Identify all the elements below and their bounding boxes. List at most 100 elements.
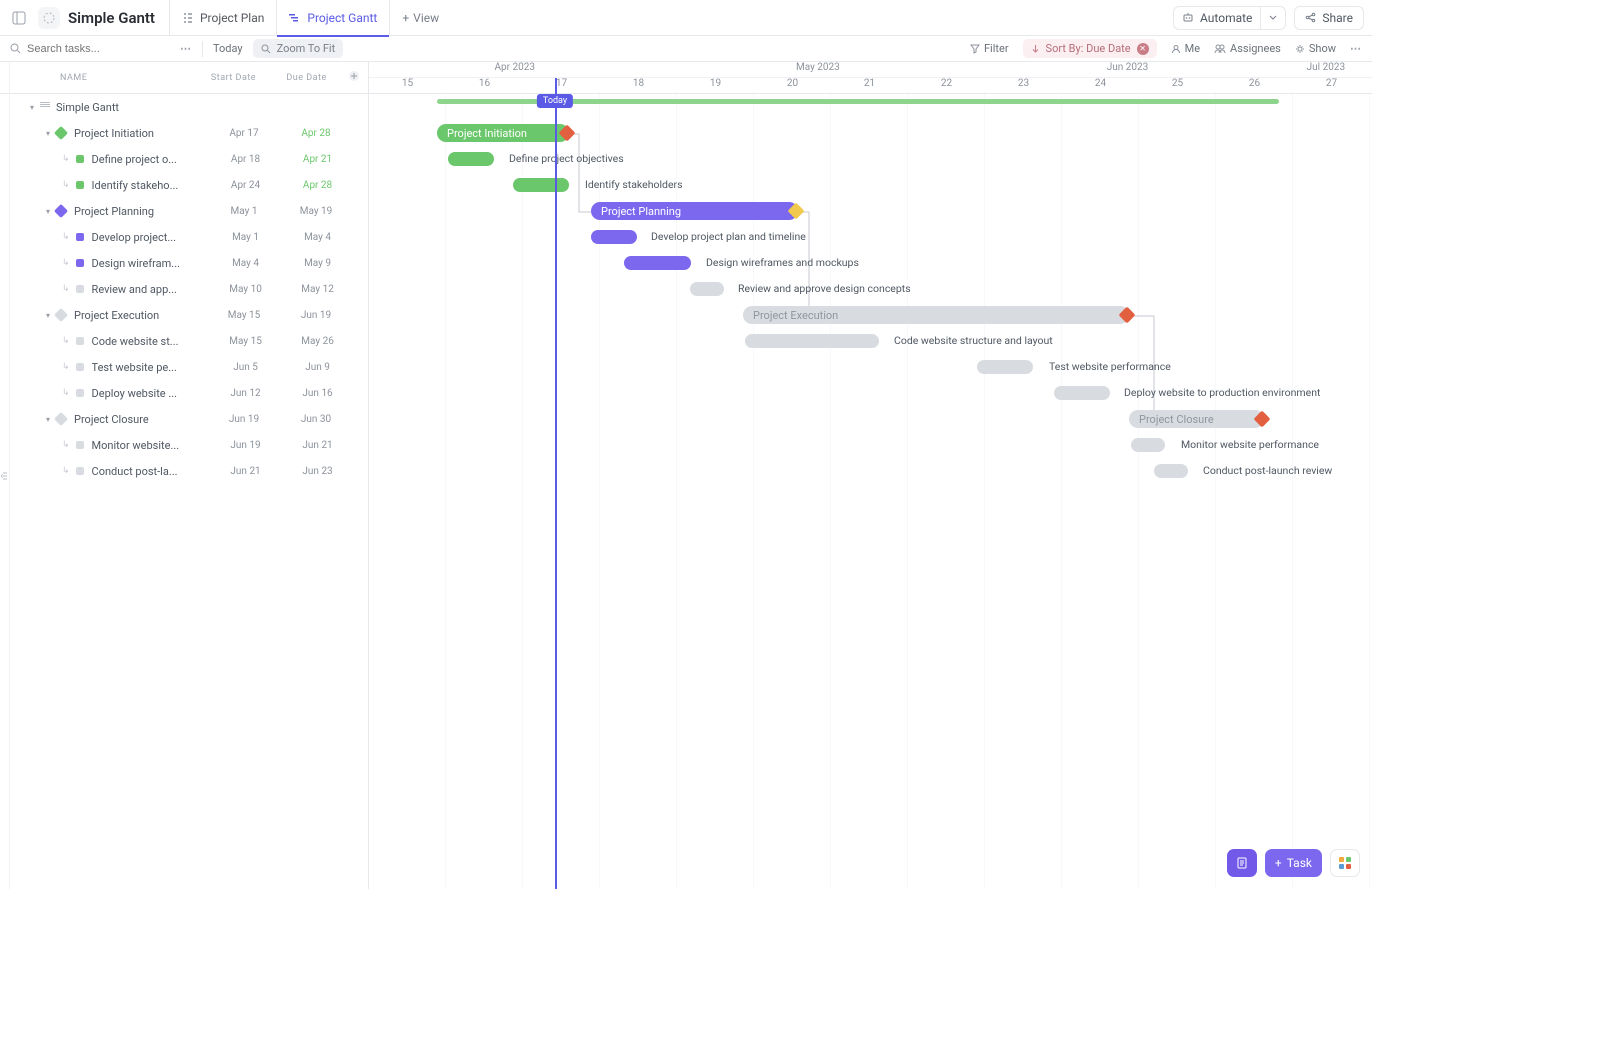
status-square <box>76 389 84 397</box>
gantt-row: Deploy website to production environment <box>369 380 1372 406</box>
week-label: 20 <box>754 78 831 94</box>
gantt-bar[interactable] <box>1054 386 1110 400</box>
week-label: 27 <box>1293 78 1370 94</box>
start-date: May 4 <box>210 258 282 269</box>
new-task-fab[interactable]: + Task <box>1265 849 1322 877</box>
status-square <box>76 337 84 345</box>
start-date: May 15 <box>208 310 280 321</box>
start-date: Jun 19 <box>210 440 282 451</box>
more-icon[interactable]: ⋯ <box>1350 42 1362 55</box>
task-row[interactable]: ↳Define project o...Apr 18Apr 21 <box>0 146 368 172</box>
gantt-row: Project Planning <box>369 198 1372 224</box>
add-view-button[interactable]: + View <box>389 0 451 36</box>
task-row[interactable]: ↳Identify stakeho...Apr 24Apr 28 <box>0 172 368 198</box>
gantt-row <box>369 94 1372 120</box>
show-button[interactable]: Show <box>1295 42 1336 55</box>
task-row[interactable]: ↳Review and app...May 10May 12 <box>0 276 368 302</box>
task-row[interactable]: ↳Design wirefram...May 4May 9 <box>0 250 368 276</box>
milestone-icon <box>54 126 68 140</box>
tab-project-plan[interactable]: Project Plan <box>169 0 276 36</box>
due-date: Apr 28 <box>282 180 354 191</box>
assignees-button[interactable]: Assignees <box>1214 42 1281 55</box>
month-label: May 2023 <box>661 62 976 77</box>
me-button[interactable]: Me <box>1171 42 1200 55</box>
task-row[interactable]: ↳Develop project...May 1May 4 <box>0 224 368 250</box>
week-label: 21 <box>831 78 908 94</box>
task-row[interactable]: ▾Project ClosureJun 19Jun 30 <box>0 406 368 432</box>
gantt-row: Review and approve design concepts <box>369 276 1372 302</box>
automate-button[interactable]: Automate <box>1173 6 1286 30</box>
add-column-button[interactable] <box>341 70 368 85</box>
gantt-bar[interactable] <box>448 152 494 166</box>
filter-icon <box>970 44 980 54</box>
today-badge: Today <box>537 94 573 108</box>
gantt-bar[interactable] <box>624 256 691 270</box>
task-row[interactable]: ▾Simple Gantt <box>0 94 368 120</box>
gantt-row: Design wireframes and mockups <box>369 250 1372 276</box>
gantt-bar-parent[interactable]: Project Planning <box>591 202 798 220</box>
task-name: Monitor website... <box>92 439 210 452</box>
status-square <box>76 155 84 163</box>
tab-project-gantt[interactable]: Project Gantt <box>276 0 389 36</box>
status-square <box>76 233 84 241</box>
more-icon[interactable]: ⋯ <box>180 42 192 55</box>
subtask-icon: ↳ <box>62 440 70 450</box>
task-row[interactable]: ▾Project ExecutionMay 15Jun 19 <box>0 302 368 328</box>
gantt-bar-parent[interactable]: Project Execution <box>743 306 1129 324</box>
collapse-sidebar-icon[interactable] <box>8 7 30 29</box>
gantt-icon <box>289 12 301 24</box>
gantt-bar-parent[interactable]: Project Initiation <box>437 124 569 142</box>
doc-fab[interactable] <box>1227 849 1257 877</box>
task-name: Develop project... <box>92 231 210 244</box>
bar-label: Design wireframes and mockups <box>706 256 859 269</box>
bar-label: Conduct post-launch review <box>1203 464 1332 477</box>
gantt-row: Monitor website performance <box>369 432 1372 458</box>
close-icon[interactable]: ✕ <box>1137 43 1149 55</box>
due-date: May 26 <box>282 336 354 347</box>
task-row[interactable]: ▾Project PlanningMay 1May 19 <box>0 198 368 224</box>
gantt-row: Code website structure and layout <box>369 328 1372 354</box>
gantt-bar[interactable] <box>513 178 569 192</box>
gantt-bar-parent[interactable]: Project Closure <box>1129 410 1264 428</box>
milestone-icon <box>54 412 68 426</box>
task-name: Project Execution <box>74 309 208 322</box>
apps-fab[interactable] <box>1330 849 1360 877</box>
caret-icon[interactable]: ▾ <box>30 103 40 112</box>
today-button[interactable]: Today <box>213 42 243 55</box>
apps-icon <box>1339 857 1351 869</box>
month-label: Jun 2023 <box>975 62 1280 77</box>
gantt-row: Project Initiation <box>369 120 1372 146</box>
gantt-bar[interactable] <box>745 334 879 348</box>
task-row[interactable]: ↳Code website st...May 15May 26 <box>0 328 368 354</box>
week-label: 19 <box>677 78 754 94</box>
gantt-bar[interactable] <box>1154 464 1188 478</box>
zoom-to-fit-button[interactable]: Zoom To Fit <box>253 39 344 58</box>
column-start: Start Date <box>195 73 273 83</box>
plus-icon: + <box>1275 856 1282 870</box>
start-date: Apr 17 <box>208 128 280 139</box>
task-row[interactable]: ↳Monitor website...Jun 19Jun 21 <box>0 432 368 458</box>
search-input[interactable] <box>10 43 170 55</box>
task-row[interactable]: ↳Conduct post-la...Jun 21Jun 23 <box>0 458 368 484</box>
task-name: Project Closure <box>74 413 208 426</box>
task-row[interactable]: ▾Project InitiationApr 17Apr 28 <box>0 120 368 146</box>
bar-label: Deploy website to production environment <box>1124 386 1320 399</box>
gantt-bar[interactable] <box>690 282 724 296</box>
milestone-icon <box>54 204 68 218</box>
subtask-icon: ↳ <box>62 466 70 476</box>
task-row[interactable]: ↳Deploy website ...Jun 12Jun 16 <box>0 380 368 406</box>
sort-chip[interactable]: Sort By: Due Date ✕ <box>1023 39 1157 58</box>
chevron-down-icon[interactable] <box>1260 7 1285 29</box>
due-date: Apr 21 <box>282 154 354 165</box>
share-button[interactable]: Share <box>1294 6 1364 30</box>
gantt-bar[interactable] <box>591 230 637 244</box>
start-date: May 10 <box>210 284 282 295</box>
subtask-icon: ↳ <box>62 284 70 294</box>
gantt-row: Project Execution <box>369 302 1372 328</box>
filter-button[interactable]: Filter <box>970 42 1009 55</box>
gantt-bar[interactable] <box>1131 438 1165 452</box>
task-name: Conduct post-la... <box>92 465 210 478</box>
task-row[interactable]: ↳Test website pe...Jun 5Jun 9 <box>0 354 368 380</box>
gantt-bar[interactable] <box>977 360 1033 374</box>
zoom-icon <box>261 44 271 54</box>
